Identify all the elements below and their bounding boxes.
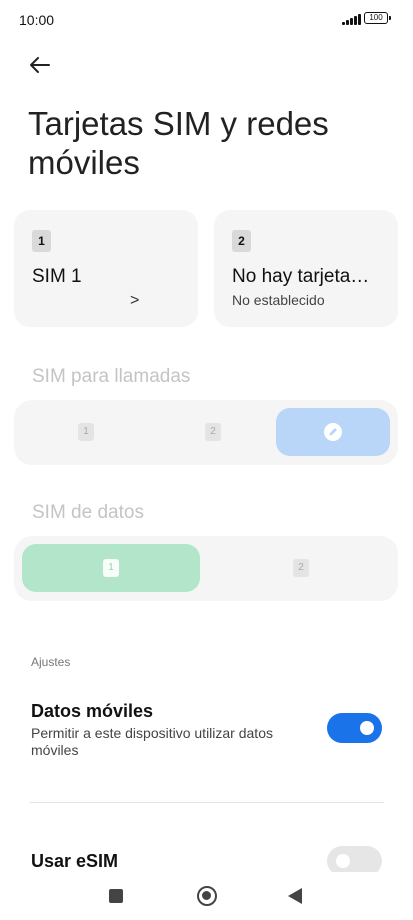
status-bar: 10:00 100 — [0, 0, 413, 40]
calls-ask-option[interactable] — [276, 408, 390, 456]
data-sim-selector: 1 2 — [14, 536, 398, 601]
calls-sim-selector: 1 2 — [14, 400, 398, 465]
status-time: 10:00 — [19, 12, 55, 28]
sim-2-chip: 2 — [205, 423, 221, 441]
sim-2-name: No hay tarjeta… — [232, 266, 370, 287]
calls-sim-1-option[interactable]: 1 — [22, 408, 147, 456]
chevron-right-icon: > — [130, 292, 140, 309]
sim-2-status: No establecido — [232, 292, 325, 308]
mobile-data-title: Datos móviles — [31, 701, 154, 721]
sim-1-chip: 1 — [78, 423, 94, 441]
page-title: Tarjetas SIM y redes móviles — [28, 105, 329, 181]
mobile-data-description: Permitir a este dispositivo utilizar dat… — [31, 725, 273, 758]
navigation-bar — [0, 872, 413, 920]
calls-sim-2-option[interactable]: 2 — [149, 408, 274, 456]
data-sim-2-option[interactable]: 2 — [212, 544, 390, 592]
sim-1-icon: 1 — [32, 230, 51, 252]
mobile-data-toggle[interactable] — [327, 713, 382, 743]
sim-1-name: SIM 1 — [32, 266, 82, 287]
arrow-left-icon — [30, 57, 50, 73]
data-sim-label: SIM de datos — [32, 502, 144, 523]
sim-2-chip: 2 — [293, 559, 309, 577]
back-button[interactable] — [24, 50, 60, 80]
back-triangle-icon[interactable] — [288, 888, 302, 904]
home-icon[interactable] — [197, 886, 217, 906]
signal-icon — [342, 13, 361, 25]
esim-title: Usar eSIM — [31, 851, 119, 871]
toggle-knob — [336, 854, 350, 868]
edit-icon — [324, 423, 342, 441]
data-sim-1-option[interactable]: 1 — [22, 544, 200, 592]
settings-category-label: Ajustes — [31, 655, 71, 669]
battery-icon: 100 — [364, 12, 391, 24]
recents-icon[interactable] — [109, 889, 123, 903]
sim-card-2[interactable]: 2 No hay tarjeta… No establecido — [214, 210, 398, 327]
calls-sim-label: SIM para llamadas — [32, 366, 191, 387]
sim-2-icon: 2 — [232, 230, 251, 252]
sim-card-1[interactable]: 1 SIM 1 > — [14, 210, 198, 327]
toggle-knob — [360, 721, 374, 735]
divider — [30, 802, 384, 803]
sim-1-chip: 1 — [103, 559, 119, 577]
